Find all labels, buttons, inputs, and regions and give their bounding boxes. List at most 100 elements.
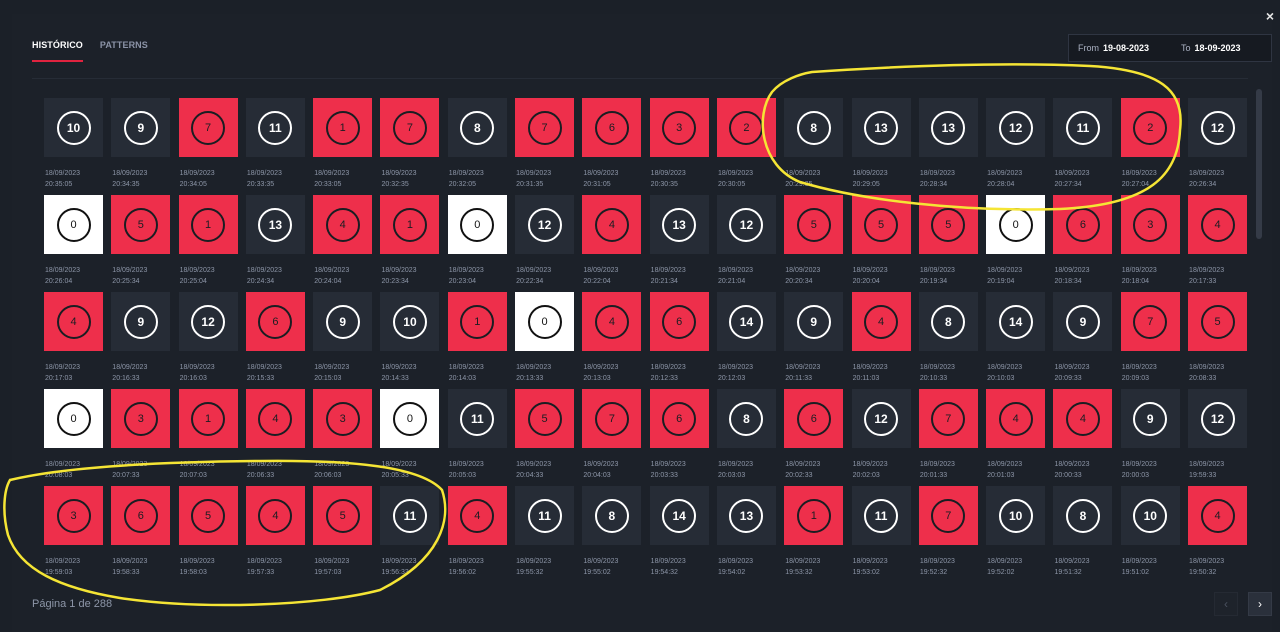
result-cell[interactable]: 7 18/09/2023 20:04:03 <box>582 389 642 479</box>
result-cell[interactable]: 7 18/09/2023 19:52:32 <box>918 486 978 576</box>
result-cell[interactable]: 1 18/09/2023 19:53:32 <box>784 486 844 576</box>
result-cell[interactable]: 6 18/09/2023 20:03:33 <box>649 389 709 479</box>
result-cell[interactable]: 8 18/09/2023 19:51:32 <box>1053 486 1113 576</box>
result-cell[interactable]: 9 18/09/2023 20:11:33 <box>784 292 844 382</box>
result-cell[interactable]: 3 18/09/2023 20:30:35 <box>649 98 709 188</box>
result-cell[interactable]: 13 18/09/2023 19:54:02 <box>716 486 776 576</box>
result-cell[interactable]: 12 18/09/2023 20:16:03 <box>178 292 238 382</box>
date-range-picker[interactable]: From 19-08-2023 To 18-09-2023 <box>1068 34 1272 62</box>
result-cell[interactable]: 4 18/09/2023 20:00:33 <box>1053 389 1113 479</box>
result-cell[interactable]: 12 18/09/2023 19:59:33 <box>1188 389 1248 479</box>
tab-patterns[interactable]: PATTERNS <box>100 40 148 62</box>
result-cell[interactable]: 10 18/09/2023 19:51:02 <box>1120 486 1180 576</box>
result-cell[interactable]: 10 18/09/2023 20:35:05 <box>44 98 103 188</box>
result-cell[interactable]: 7 18/09/2023 20:01:33 <box>918 389 978 479</box>
result-cell[interactable]: 4 18/09/2023 20:01:03 <box>986 389 1046 479</box>
result-cell[interactable]: 9 18/09/2023 20:09:33 <box>1053 292 1113 382</box>
result-cell[interactable]: 8 18/09/2023 20:29:35 <box>784 98 844 188</box>
result-cell[interactable]: 0 18/09/2023 20:26:04 <box>44 195 103 285</box>
result-cell[interactable]: 5 18/09/2023 20:19:34 <box>918 195 978 285</box>
result-cell[interactable]: 12 18/09/2023 20:26:34 <box>1188 98 1248 188</box>
tab-historico[interactable]: HISTÓRICO <box>32 40 83 62</box>
result-cell[interactable]: 1 18/09/2023 20:23:34 <box>380 195 440 285</box>
result-cell[interactable]: 10 18/09/2023 20:14:33 <box>380 292 440 382</box>
result-cell[interactable]: 4 18/09/2023 20:17:03 <box>44 292 103 382</box>
result-cell[interactable]: 11 18/09/2023 19:56:33 <box>380 486 440 576</box>
result-cell[interactable]: 13 18/09/2023 20:21:34 <box>649 195 709 285</box>
result-cell[interactable]: 12 18/09/2023 20:22:34 <box>515 195 575 285</box>
result-cell[interactable]: 14 18/09/2023 20:10:03 <box>986 292 1046 382</box>
result-cell[interactable]: 2 18/09/2023 20:27:04 <box>1120 98 1180 188</box>
result-cell[interactable]: 7 18/09/2023 20:31:35 <box>515 98 575 188</box>
date-to-field[interactable]: To 18-09-2023 <box>1178 43 1241 53</box>
result-cell[interactable]: 11 18/09/2023 19:53:02 <box>851 486 911 576</box>
result-cell[interactable]: 13 18/09/2023 20:28:34 <box>918 98 978 188</box>
result-cell[interactable]: 9 18/09/2023 20:34:35 <box>111 98 171 188</box>
result-cell[interactable]: 5 18/09/2023 20:20:04 <box>851 195 911 285</box>
result-cell[interactable]: 4 18/09/2023 19:50:32 <box>1188 486 1248 576</box>
result-cell[interactable]: 4 18/09/2023 20:06:33 <box>245 389 305 479</box>
result-cell[interactable]: 11 18/09/2023 20:05:03 <box>447 389 507 479</box>
result-cell[interactable]: 9 18/09/2023 20:15:03 <box>313 292 373 382</box>
result-cell[interactable]: 6 18/09/2023 20:18:34 <box>1053 195 1113 285</box>
result-cell[interactable]: 7 18/09/2023 20:32:35 <box>380 98 440 188</box>
result-cell[interactable]: 5 18/09/2023 20:20:34 <box>784 195 844 285</box>
result-cell[interactable]: 0 18/09/2023 20:08:03 <box>44 389 103 479</box>
result-cell[interactable]: 6 18/09/2023 20:12:33 <box>649 292 709 382</box>
result-cell[interactable]: 14 18/09/2023 19:54:32 <box>649 486 709 576</box>
result-cell[interactable]: 14 18/09/2023 20:12:03 <box>716 292 776 382</box>
result-cell[interactable]: 10 18/09/2023 19:52:02 <box>986 486 1046 576</box>
result-cell[interactable]: 4 18/09/2023 20:22:04 <box>582 195 642 285</box>
result-cell[interactable]: 2 18/09/2023 20:30:05 <box>716 98 776 188</box>
result-cell[interactable]: 12 18/09/2023 20:21:04 <box>716 195 776 285</box>
result-cell[interactable]: 3 18/09/2023 20:18:04 <box>1120 195 1180 285</box>
result-cell[interactable]: 4 18/09/2023 19:57:33 <box>245 486 305 576</box>
result-cell[interactable]: 1 18/09/2023 20:25:04 <box>178 195 238 285</box>
result-cell[interactable]: 0 18/09/2023 20:23:04 <box>447 195 507 285</box>
result-cell[interactable]: 4 18/09/2023 20:11:03 <box>851 292 911 382</box>
result-cell[interactable]: 3 18/09/2023 20:06:03 <box>313 389 373 479</box>
result-cell[interactable]: 13 18/09/2023 20:24:34 <box>245 195 305 285</box>
result-cell[interactable]: 11 18/09/2023 20:27:34 <box>1053 98 1113 188</box>
next-page-button[interactable]: › <box>1248 592 1272 616</box>
scrollbar-thumb[interactable] <box>1256 89 1262 239</box>
result-cell[interactable]: 9 18/09/2023 20:00:03 <box>1120 389 1180 479</box>
result-cell[interactable]: 3 18/09/2023 19:59:03 <box>44 486 103 576</box>
result-cell[interactable]: 0 18/09/2023 20:05:33 <box>380 389 440 479</box>
result-cell[interactable]: 4 18/09/2023 19:56:02 <box>447 486 507 576</box>
result-cell[interactable]: 1 18/09/2023 20:33:05 <box>313 98 373 188</box>
result-cell[interactable]: 5 18/09/2023 19:58:03 <box>178 486 238 576</box>
result-cell[interactable]: 1 18/09/2023 20:07:03 <box>178 389 238 479</box>
result-cell[interactable]: 6 18/09/2023 19:58:33 <box>111 486 171 576</box>
result-cell[interactable]: 1 18/09/2023 20:14:03 <box>447 292 507 382</box>
result-cell[interactable]: 11 18/09/2023 20:33:35 <box>245 98 305 188</box>
result-cell[interactable]: 8 18/09/2023 20:03:03 <box>716 389 776 479</box>
result-cell[interactable]: 12 18/09/2023 20:28:04 <box>986 98 1046 188</box>
result-cell[interactable]: 4 18/09/2023 20:24:04 <box>313 195 373 285</box>
result-cell[interactable]: 4 18/09/2023 20:17:33 <box>1188 195 1248 285</box>
result-cell[interactable]: 0 18/09/2023 20:13:33 <box>515 292 575 382</box>
result-cell[interactable]: 5 18/09/2023 20:25:34 <box>111 195 171 285</box>
result-cell[interactable]: 6 18/09/2023 20:31:05 <box>582 98 642 188</box>
result-cell[interactable]: 8 18/09/2023 19:55:02 <box>582 486 642 576</box>
result-cell[interactable]: 7 18/09/2023 20:09:03 <box>1120 292 1180 382</box>
result-cell[interactable]: 8 18/09/2023 20:10:33 <box>918 292 978 382</box>
prev-page-button[interactable]: ‹ <box>1214 592 1238 616</box>
result-timestamp: 18/09/2023 19:58:33 <box>112 556 147 578</box>
result-cell[interactable]: 4 18/09/2023 20:13:03 <box>582 292 642 382</box>
result-cell[interactable]: 8 18/09/2023 20:32:05 <box>447 98 507 188</box>
result-cell[interactable]: 7 18/09/2023 20:34:05 <box>178 98 238 188</box>
result-cell[interactable]: 3 18/09/2023 20:07:33 <box>111 389 171 479</box>
result-cell[interactable]: 6 18/09/2023 20:02:33 <box>784 389 844 479</box>
result-cell[interactable]: 5 18/09/2023 19:57:03 <box>313 486 373 576</box>
result-cell[interactable]: 6 18/09/2023 20:15:33 <box>245 292 305 382</box>
close-icon[interactable]: × <box>1266 8 1274 24</box>
result-cell[interactable]: 0 18/09/2023 20:19:04 <box>986 195 1046 285</box>
result-cell[interactable]: 5 18/09/2023 20:08:33 <box>1188 292 1248 382</box>
result-cell[interactable]: 5 18/09/2023 20:04:33 <box>515 389 575 479</box>
result-cell[interactable]: 12 18/09/2023 20:02:03 <box>851 389 911 479</box>
result-cell[interactable]: 9 18/09/2023 20:16:33 <box>111 292 171 382</box>
result-cell[interactable]: 11 18/09/2023 19:55:32 <box>515 486 575 576</box>
date-from-field[interactable]: From 19-08-2023 <box>1069 43 1178 53</box>
result-cell[interactable]: 13 18/09/2023 20:29:05 <box>851 98 911 188</box>
